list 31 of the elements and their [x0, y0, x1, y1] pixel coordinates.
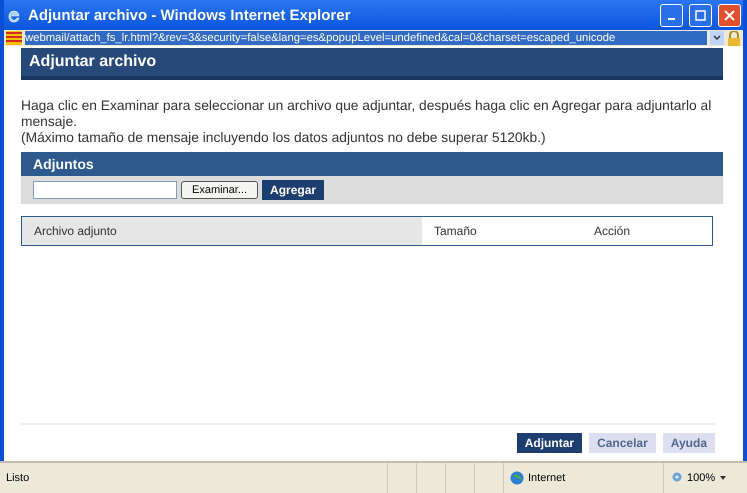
minimize-button[interactable]: [660, 4, 683, 26]
zone-text: Internet: [528, 472, 566, 484]
action-button[interactable]: Adjuntar: [516, 433, 582, 453]
minimize-icon: [668, 18, 675, 20]
column-header: Acción: [593, 223, 632, 240]
status-text: Listo: [5, 472, 30, 484]
file-input-field[interactable]: [33, 181, 177, 199]
zoom-button[interactable]: 100%: [663, 463, 743, 493]
instruction-text: (Máximo tamaño de mensaje incluyendo los datos adjuntos no debe superar 5120kb.): [21, 130, 547, 146]
add-button[interactable]: Agregar: [262, 180, 324, 200]
flag-icon: [6, 31, 22, 45]
maximize-icon: [695, 10, 706, 20]
browse-button[interactable]: Examinar...: [181, 181, 258, 199]
action-button[interactable]: Cancelar: [589, 433, 656, 453]
caret-icon: [718, 475, 728, 481]
dropdown-button[interactable]: [710, 31, 724, 45]
close-icon: [724, 10, 735, 20]
chevron-icon: [713, 35, 721, 41]
close-button[interactable]: [718, 4, 741, 26]
action-button[interactable]: Ayuda: [662, 433, 715, 453]
page-heading: Adjuntar archivo: [21, 48, 723, 80]
attachments-header: Adjuntos: [21, 152, 723, 176]
globe-icon: [510, 471, 524, 485]
padlock-icon: [727, 30, 741, 46]
window-title: Adjuntar archivo - Windows Internet Explorer: [28, 6, 352, 24]
instruction-text: Haga clic en Examinar para seleccionar un archivo que adjuntar, después haga clic en Agregar para adjuntarlo al mensaje.: [21, 98, 712, 130]
column-header: Archivo adjunto: [22, 217, 422, 245]
zoom-icon: [672, 472, 684, 484]
address-field[interactable]: webmail/attach_fs_lr.html?&rev=3&security=false&lang=es&popupLevel=undefined&cal=0&charset=escaped_unicode: [25, 31, 707, 45]
column-header: Tamaño: [433, 223, 478, 240]
maximize-button[interactable]: [689, 4, 712, 26]
